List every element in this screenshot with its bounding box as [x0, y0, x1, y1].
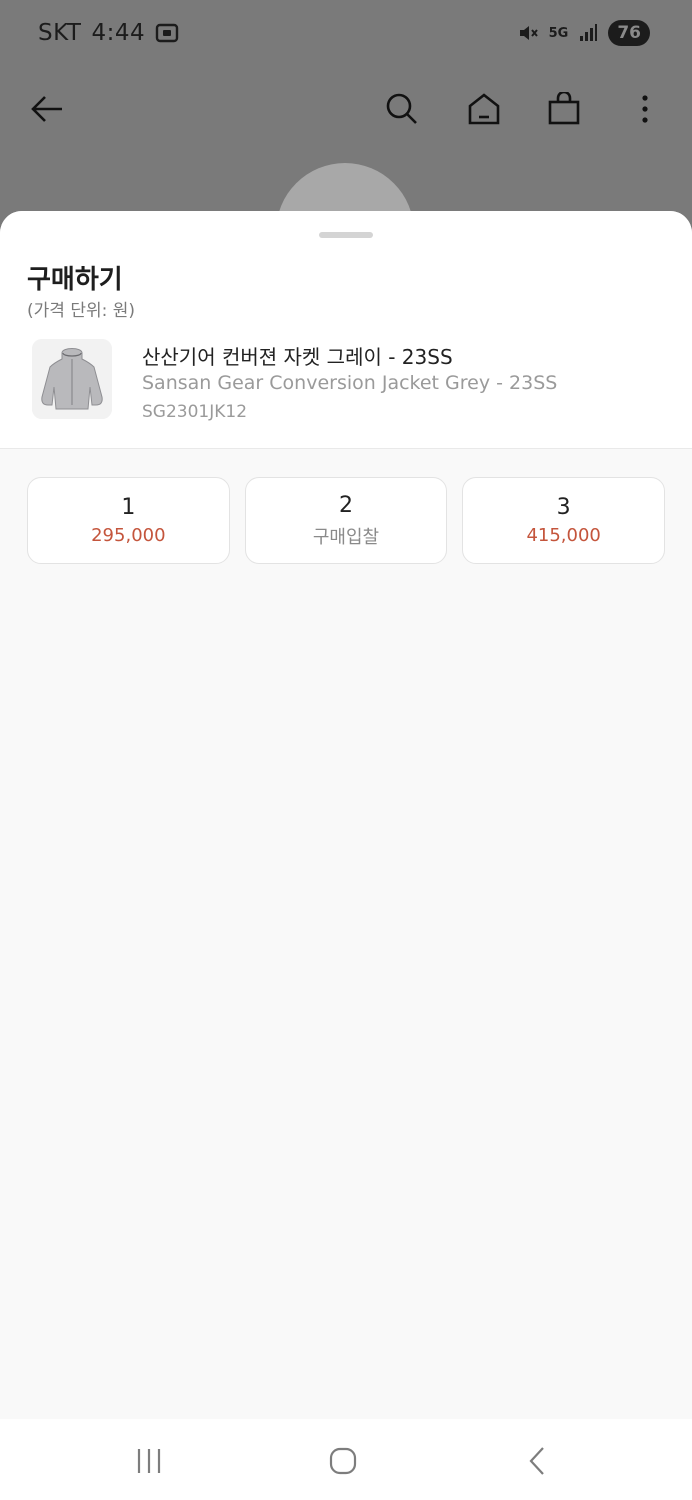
sheet-header: 구매하기 (가격 단위: 원) 산산기어 컨버젼 자켓 그레이 - 23SS S…: [0, 211, 692, 449]
shopping-bag-icon[interactable]: [542, 87, 586, 131]
size-label: 1: [121, 495, 136, 520]
size-price: 415,000: [526, 525, 601, 546]
size-label: 2: [339, 492, 353, 518]
product-name-english: Sansan Gear Conversion Jacket Grey - 23S…: [142, 372, 558, 394]
size-option-grid: 1 295,000 2 구매입찰 3 415,000: [27, 477, 666, 564]
back-arrow-icon[interactable]: [25, 87, 69, 131]
home-circle-icon[interactable]: [321, 1443, 365, 1479]
purchase-bottom-sheet: 구매하기 (가격 단위: 원) 산산기어 컨버젼 자켓 그레이 - 23SS S…: [0, 211, 692, 1419]
app-header: [0, 70, 692, 145]
battery-indicator: 76: [608, 20, 650, 46]
drag-handle[interactable]: [319, 232, 373, 238]
home-icon[interactable]: [462, 87, 506, 131]
network-5g-icon: 5G: [548, 25, 569, 41]
sheet-title: 구매하기: [27, 265, 123, 295]
signal-icon: [578, 23, 598, 43]
search-icon[interactable]: [380, 87, 424, 131]
mute-icon: [517, 22, 539, 44]
clock: 4:44: [91, 20, 146, 46]
size-option-3[interactable]: 3 415,000: [462, 477, 666, 564]
product-thumbnail: [32, 339, 112, 419]
carrier-label: SKT: [38, 20, 82, 46]
size-option-1[interactable]: 1 295,000: [27, 477, 230, 564]
system-nav-bar: [0, 1419, 692, 1500]
size-option-2[interactable]: 2 구매입찰: [244, 477, 448, 564]
size-price: 295,000: [91, 525, 166, 546]
size-label: 3: [556, 495, 571, 520]
recent-apps-icon[interactable]: [127, 1443, 171, 1479]
product-code: SG2301JK12: [142, 402, 248, 422]
back-chevron-icon[interactable]: [515, 1443, 559, 1479]
status-bar: SKT 4:44 5G 76: [0, 0, 692, 70]
product-name-korean: 산산기어 컨버젼 자켓 그레이 - 23SS: [142, 345, 453, 369]
price-unit-note: (가격 단위: 원): [27, 301, 135, 321]
more-vertical-icon[interactable]: [623, 87, 667, 131]
screenshot-icon: [155, 22, 179, 44]
size-bid-label: 구매입찰: [312, 526, 380, 548]
